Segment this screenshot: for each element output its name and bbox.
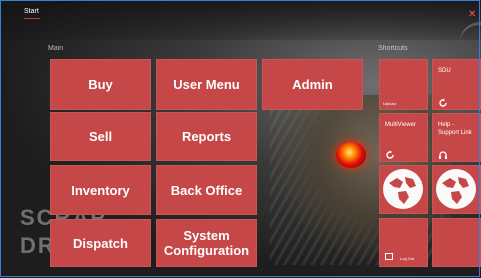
upload-tile[interactable]: Upload [379,59,428,110]
admin-tile[interactable]: Admin [262,59,363,110]
sell-tile-label: Sell [88,129,113,144]
section-label-main: Main [48,45,64,52]
sdu-tile[interactable]: SDU [432,59,481,110]
top-bar [0,0,481,40]
system-configuration-tile[interactable]: System Configuration [156,219,257,267]
multiviewer-tile[interactable]: MultiViewer [379,113,428,162]
logout-tile[interactable]: Log Out [379,218,428,267]
reports-tile-label: Reports [181,129,232,144]
upload-tile-label: Upload [383,101,396,106]
buy-tile-label: Buy [88,77,113,92]
start-tab[interactable]: Start [24,8,39,15]
help-support-link-tile-label: Help - Support Link [438,122,472,136]
sell-tile[interactable]: Sell [50,112,151,161]
inventory-tile-label: Inventory [71,182,130,198]
globe-icon [383,169,423,209]
glowing-eye-decoration [336,142,366,168]
buy-tile[interactable]: Buy [50,59,151,110]
reports-tile[interactable]: Reports [156,112,257,161]
user-menu-tile-label: User Menu [173,77,240,92]
refresh-icon [385,147,395,159]
multiviewer-tile-label: MultiViewer [385,122,416,128]
globe-tile-right[interactable] [432,165,481,214]
launcher-screen: SCRAP DR Start ✕ Main Shortcuts Buy User… [0,0,481,278]
close-icon[interactable]: ✕ [468,8,478,22]
globe-icon [436,169,476,209]
section-label-shortcuts: Shortcuts [378,45,408,52]
empty-shortcut-tile[interactable] [432,218,481,267]
sdu-tile-label: SDU [438,68,451,74]
user-menu-tile[interactable]: User Menu [156,59,257,110]
headset-icon [438,147,448,159]
inventory-tile[interactable]: Inventory [50,165,151,215]
start-tab-underline [24,18,40,19]
logout-tile-label: Log Out [400,256,415,261]
logout-icon [385,253,393,260]
admin-tile-label: Admin [292,77,333,92]
globe-tile-left[interactable] [379,165,428,214]
dispatch-tile-label: Dispatch [73,235,128,251]
back-office-tile[interactable]: Back Office [156,165,257,215]
dispatch-tile[interactable]: Dispatch [50,219,151,267]
system-configuration-tile-label: System Configuration [163,228,250,258]
refresh-icon [438,95,448,107]
back-office-tile-label: Back Office [170,182,243,198]
help-support-link-tile[interactable]: Help - Support Link [432,113,481,162]
